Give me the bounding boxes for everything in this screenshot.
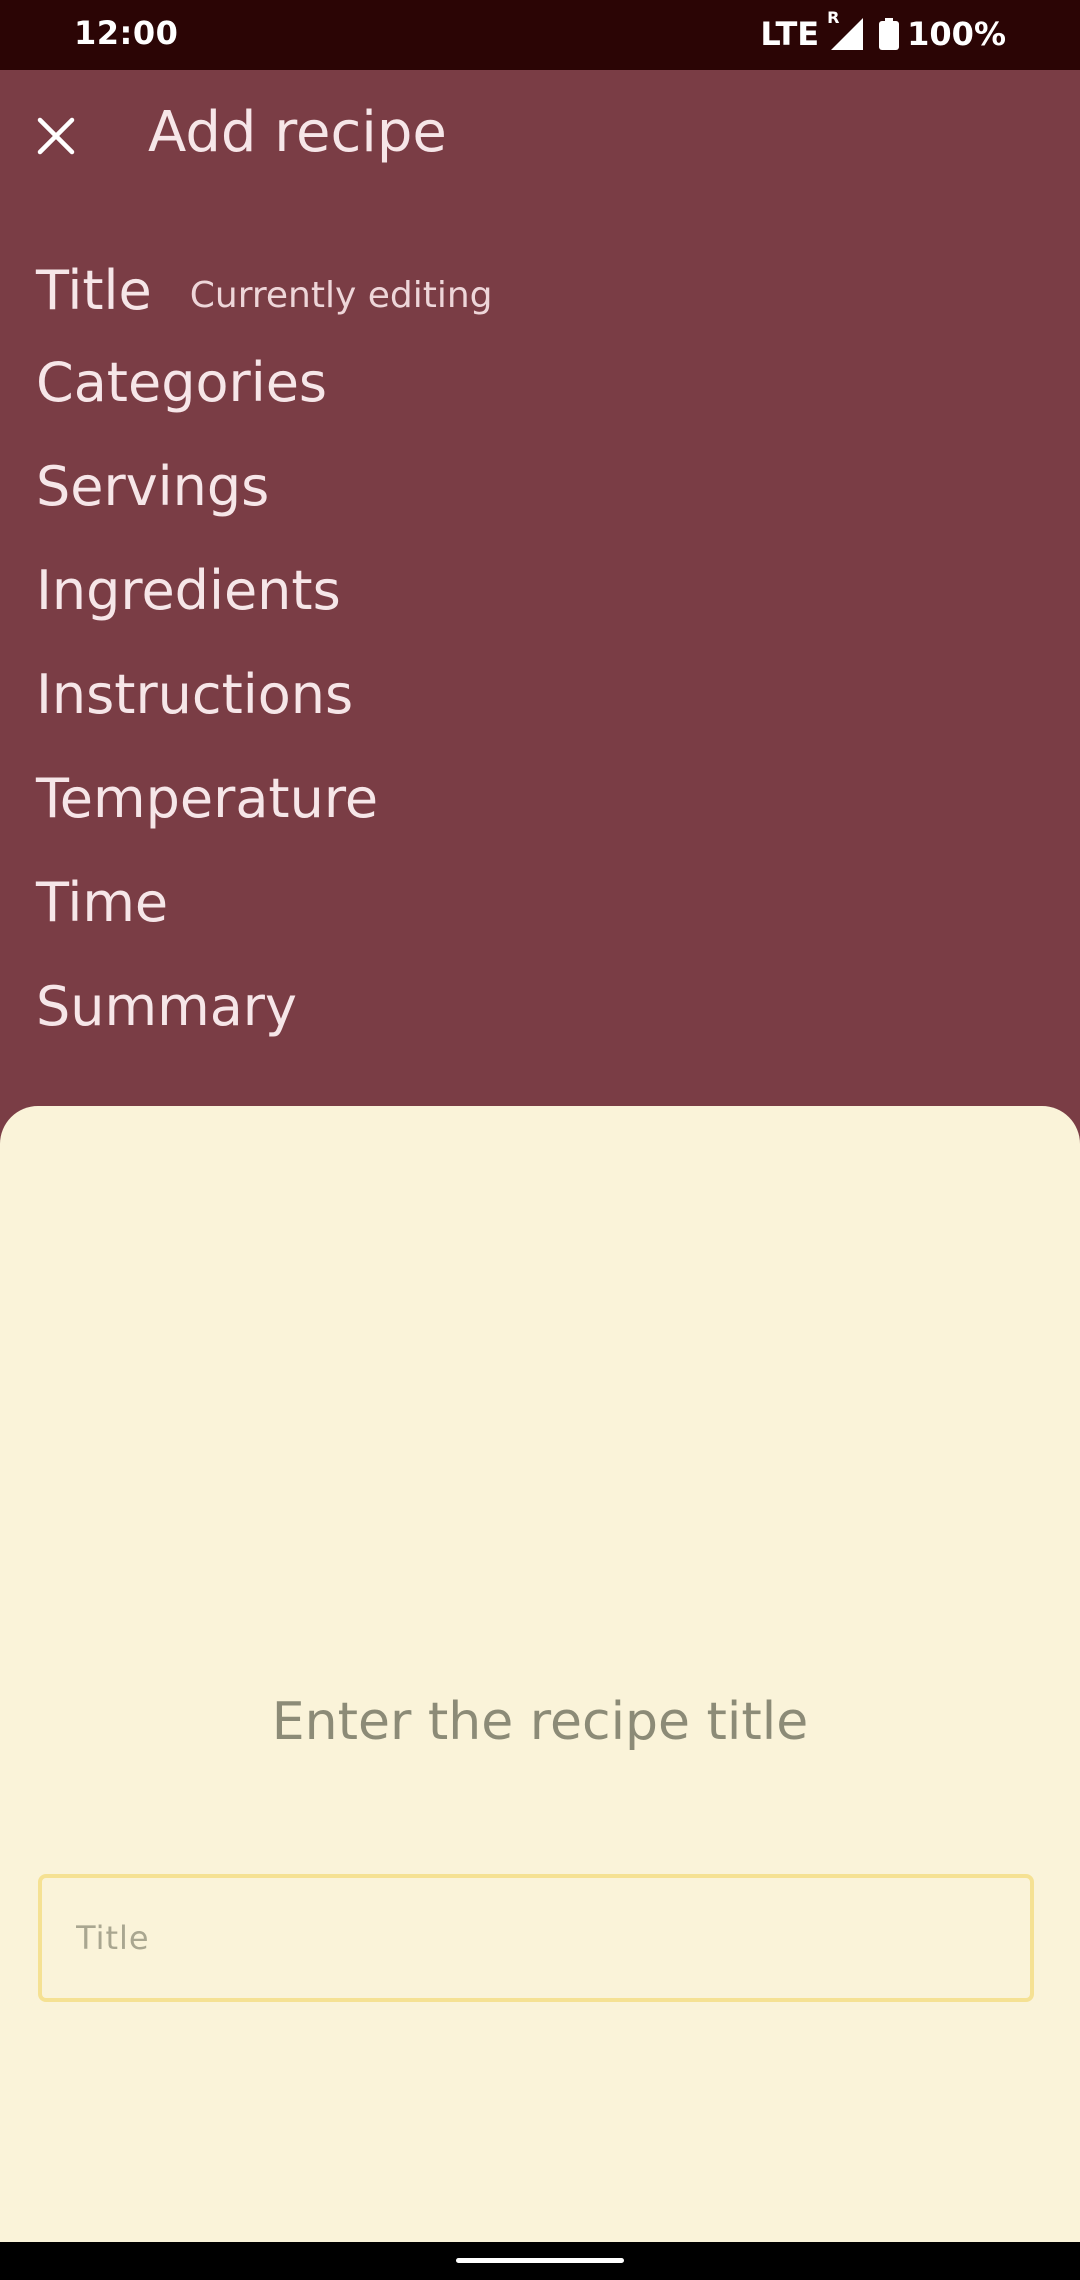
sheet-prompt: Enter the recipe title (271, 1692, 809, 1752)
step-list: Title Currently editing Categories Servi… (36, 250, 1036, 1058)
step-label: Temperature (36, 766, 379, 830)
step-status: Currently editing (189, 274, 493, 316)
step-label: Categories (36, 350, 328, 414)
close-icon[interactable] (34, 114, 78, 158)
editor-sheet: Enter the recipe title (0, 1106, 1080, 2242)
status-indicators: LTE R 100% (760, 8, 1006, 54)
step-label: Title (36, 258, 152, 322)
roaming-indicator: R (827, 8, 840, 27)
navigation-bar (0, 2242, 1080, 2280)
app-bar: Add recipe (0, 70, 1080, 202)
title-field[interactable] (38, 1874, 1034, 2002)
step-instructions[interactable]: Instructions (36, 642, 1036, 746)
battery-level: 100% (907, 15, 1006, 53)
home-gesture-handle[interactable] (456, 2258, 624, 2263)
step-servings[interactable]: Servings (36, 434, 1036, 538)
status-bar: 12:00 LTE R 100% (0, 0, 1080, 70)
step-label: Summary (36, 974, 297, 1038)
step-title[interactable]: Title Currently editing (36, 250, 1036, 330)
title-input[interactable] (76, 1908, 996, 1968)
step-label: Servings (36, 454, 270, 518)
step-summary[interactable]: Summary (36, 954, 1036, 1058)
step-label: Instructions (36, 662, 354, 726)
step-time[interactable]: Time (36, 850, 1036, 954)
network-type: LTE (760, 15, 820, 53)
page-title: Add recipe (148, 100, 447, 165)
screen: 12:00 LTE R 100% Add recipe Title Curren… (0, 0, 1080, 2280)
step-label: Time (36, 870, 169, 934)
step-temperature[interactable]: Temperature (36, 746, 1036, 850)
step-label: Ingredients (36, 558, 341, 622)
step-categories[interactable]: Categories (36, 330, 1036, 434)
signal-icon: R (827, 8, 865, 52)
battery-icon (879, 18, 900, 50)
status-time: 12:00 (74, 14, 179, 52)
step-ingredients[interactable]: Ingredients (36, 538, 1036, 642)
